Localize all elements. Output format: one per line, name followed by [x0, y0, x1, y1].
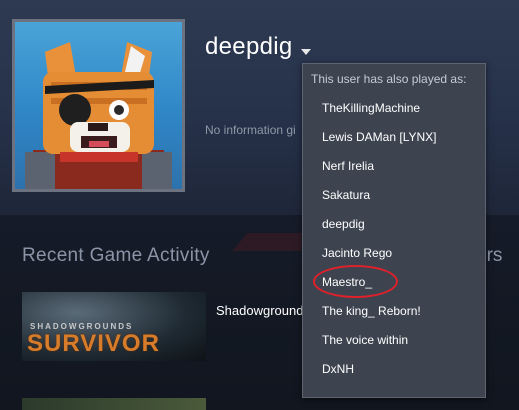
game-capsule[interactable]: SHADOWGROUNDS SURVIVOR	[22, 292, 206, 361]
profile-summary: No information gi	[205, 123, 296, 137]
avatar[interactable]	[12, 19, 185, 192]
alias-item[interactable]: Nerf Irelia	[303, 152, 485, 181]
alias-list: TheKillingMachine Lewis DAMan [LYNX] Ner…	[303, 94, 485, 384]
alias-item[interactable]: The voice within	[303, 326, 485, 355]
chevron-down-icon[interactable]	[300, 49, 311, 55]
username[interactable]: deepdig	[205, 33, 293, 61]
alias-item[interactable]: Sakatura	[303, 181, 485, 210]
alias-dropdown-title: This user has also played as:	[311, 72, 467, 86]
game-name-link[interactable]: Shadowgrounds	[216, 303, 310, 318]
recent-activity-title: Recent Game Activity	[22, 245, 210, 266]
alias-item[interactable]: TheKillingMachine	[303, 94, 485, 123]
alias-item[interactable]: deepdig	[303, 210, 485, 239]
avatar-image	[15, 22, 182, 189]
alias-item[interactable]: Jacinto Rego	[303, 239, 485, 268]
alias-item[interactable]: The king_ Reborn!	[303, 297, 485, 326]
game-logo-title: SURVIVOR	[27, 330, 160, 357]
pirate-cat-avatar-icon	[25, 42, 172, 189]
alias-history-dropdown: This user has also played as: TheKilling…	[302, 63, 486, 398]
username-row[interactable]: deepdig	[205, 33, 311, 61]
red-circle-annotation	[313, 265, 398, 298]
game-capsule-second[interactable]	[22, 398, 206, 410]
alias-item[interactable]: Lewis DAMan [LYNX]	[303, 123, 485, 152]
alias-item[interactable]: DxNH	[303, 355, 485, 384]
